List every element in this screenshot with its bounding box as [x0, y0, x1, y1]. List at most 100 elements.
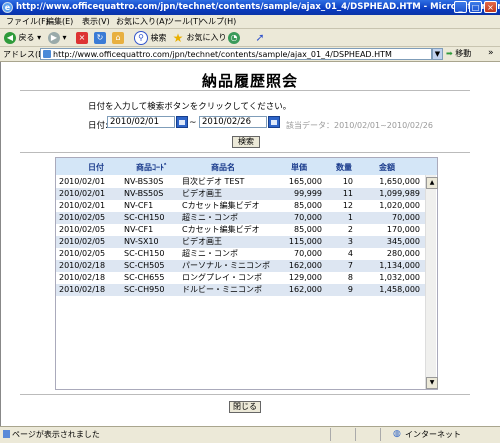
history-button[interactable]: ◔: [228, 31, 240, 45]
cell-date: 2010/02/01: [59, 177, 106, 186]
maximize-button[interactable]: □: [469, 1, 482, 13]
cell-price: 85,000: [294, 201, 322, 210]
cell-qty: 10: [342, 177, 353, 186]
cell-name: 目次ビデオ TEST: [182, 177, 245, 186]
cell-price: 162,000: [288, 285, 322, 294]
table-row[interactable]: 2010/02/05 NV-SX10 ビデオ画王 115,000 3 345,000: [56, 236, 426, 248]
cell-price: 162,000: [288, 261, 322, 270]
security-zone: インターネット: [405, 430, 461, 439]
cell-qty: 1: [347, 213, 353, 222]
cell-price: 115,000: [288, 237, 322, 246]
table-row[interactable]: 2010/02/18 SC-CH950 ドルビー・ミニコンポ 162,000 9 1,45…: [56, 284, 426, 296]
col-price: 単価: [291, 163, 307, 172]
cell-amount: 345,000: [386, 237, 420, 246]
back-label: 戻る: [18, 33, 35, 42]
forward-button[interactable]: ▶ ▾: [48, 31, 67, 45]
address-input[interactable]: http://www.officequattro.com/jpn/technet…: [40, 48, 432, 60]
menu-help[interactable]: ヘルプ(H): [200, 16, 236, 28]
cell-price: 70,000: [294, 213, 322, 222]
date-from-input[interactable]: 2010/02/01: [107, 116, 175, 128]
history-icon: ◔: [228, 31, 240, 44]
search-icon: ⚲: [134, 31, 148, 45]
cell-amount: 1,650,000: [379, 177, 420, 186]
close-page-button[interactable]: 閉じる: [229, 401, 261, 413]
date-to-calendar-button[interactable]: [268, 116, 280, 128]
cell-amount: 170,000: [386, 225, 420, 234]
page-title: 納品履歴照会: [201, 72, 298, 90]
menu-tools[interactable]: ツール(T): [166, 16, 201, 28]
menu-favorites[interactable]: お気に入り(A): [116, 16, 168, 28]
window-title: http://www.officequattro.com/jpn/technet…: [0, 0, 500, 15]
table-row[interactable]: 2010/02/18 SC-CH505 パーソナル・ミニコンポ 162,000 7 1,1…: [56, 260, 426, 272]
back-button[interactable]: ◀ 戻る ▾: [4, 31, 41, 45]
cursor-tool[interactable]: ➚: [254, 31, 266, 45]
divider: [20, 152, 470, 153]
home-icon: ⌂: [112, 31, 124, 44]
scroll-up-button[interactable]: ▲: [426, 177, 438, 189]
menu-bar: ファイル(F) 編集(E) 表示(V) お気に入り(A) ツール(T) ヘルプ(…: [0, 15, 500, 29]
search-label: 検索: [150, 33, 167, 43]
cell-date: 2010/02/18: [59, 273, 106, 282]
calendar-icon: [271, 120, 277, 125]
cell-code: SC-CH950: [124, 285, 165, 294]
menu-file[interactable]: ファイル(F): [6, 16, 49, 28]
menu-edit[interactable]: 編集(E): [46, 16, 73, 28]
col-date: 日付: [88, 163, 104, 172]
cell-qty: 12: [342, 201, 353, 210]
cell-amount: 1,134,000: [379, 261, 420, 270]
favorites-label: お気に入り: [186, 33, 227, 42]
search-submit-button[interactable]: 検索: [232, 136, 260, 148]
go-button[interactable]: ➡ 移動: [446, 48, 471, 60]
cell-code: NV-SX10: [124, 237, 159, 246]
cell-price: 129,000: [288, 273, 322, 282]
cell-qty: 3: [347, 237, 353, 246]
cell-price: 165,000: [288, 177, 322, 186]
table-row[interactable]: 2010/02/18 SC-CH655 ロングプレイ・コンポ 129,000 8 1,03…: [56, 272, 426, 284]
cell-code: SC-CH655: [124, 273, 165, 282]
star-icon: ★: [172, 30, 184, 45]
cell-name: パーソナル・ミニコンポ: [182, 261, 270, 270]
cell-date: 2010/02/18: [59, 285, 106, 294]
table-row[interactable]: 2010/02/01 NV-BS30S 目次ビデオ TEST 165,000 10 1,6…: [56, 176, 426, 188]
cell-amount: 1,099,989: [379, 189, 420, 198]
cell-amount: 1,458,000: [379, 285, 420, 294]
cell-amount: 1,032,000: [379, 273, 420, 282]
address-dropdown[interactable]: ▼: [432, 48, 443, 60]
close-window-button[interactable]: ×: [484, 1, 497, 13]
page-status-icon: [3, 430, 10, 438]
scroll-down-button[interactable]: ▼: [426, 377, 438, 389]
search-button[interactable]: ⚲ 検索: [134, 31, 167, 45]
date-from-calendar-button[interactable]: [176, 116, 188, 128]
links-chevron[interactable]: »: [488, 48, 494, 58]
table-scrollbar[interactable]: ▲ ▼: [425, 175, 438, 389]
cell-date: 2010/02/05: [59, 237, 106, 246]
cell-name: 超ミニ・コンポ: [182, 249, 238, 258]
col-code: 商品ｺｰﾄﾞ: [136, 163, 168, 172]
results-table: 日付 商品ｺｰﾄﾞ 商品名 単価 数量 金額 2010/02/01 NV-BS30…: [55, 157, 438, 390]
divider: [20, 90, 470, 91]
instruction-text: 日付を入力して検索ボタンをクリックしてください。: [88, 102, 292, 112]
table-row[interactable]: 2010/02/05 NV-CF1 Cカセット編集ビデオ 85,000 2 170,000: [56, 224, 426, 236]
date-to-input[interactable]: 2010/02/26: [199, 116, 267, 128]
minimize-button[interactable]: _: [454, 1, 467, 13]
cell-code: NV-CF1: [124, 201, 154, 210]
table-header: 日付 商品ｺｰﾄﾞ 商品名 単価 数量 金額: [56, 158, 437, 175]
cell-date: 2010/02/01: [59, 201, 106, 210]
cell-name: Cカセット編集ビデオ: [182, 201, 260, 210]
cell-name: ロングプレイ・コンポ: [182, 273, 262, 282]
table-row[interactable]: 2010/02/05 SC-CH150 超ミニ・コンポ 70,000 4 280,000: [56, 248, 426, 260]
table-row[interactable]: 2010/02/01 NV-BS50S ビデオ画王 99,999 11 1,099,989: [56, 188, 426, 200]
table-row[interactable]: 2010/02/05 SC-CH150 超ミニ・コンポ 70,000 1 70,000: [56, 212, 426, 224]
favorites-button[interactable]: ★ お気に入り: [172, 31, 227, 45]
cell-date: 2010/02/05: [59, 225, 106, 234]
refresh-button[interactable]: ↻: [94, 31, 106, 45]
cell-code: SC-CH150: [124, 249, 165, 258]
stop-button[interactable]: ×: [76, 31, 88, 45]
menu-view[interactable]: 表示(V): [82, 16, 110, 28]
home-button[interactable]: ⌂: [112, 31, 124, 45]
table-row[interactable]: 2010/02/01 NV-CF1 Cカセット編集ビデオ 85,000 12 1,020,…: [56, 200, 426, 212]
status-divider: [380, 428, 381, 441]
col-amount: 金額: [379, 163, 395, 172]
status-text: ページが表示されました: [12, 430, 100, 439]
ie-logo-icon: e: [2, 2, 13, 13]
